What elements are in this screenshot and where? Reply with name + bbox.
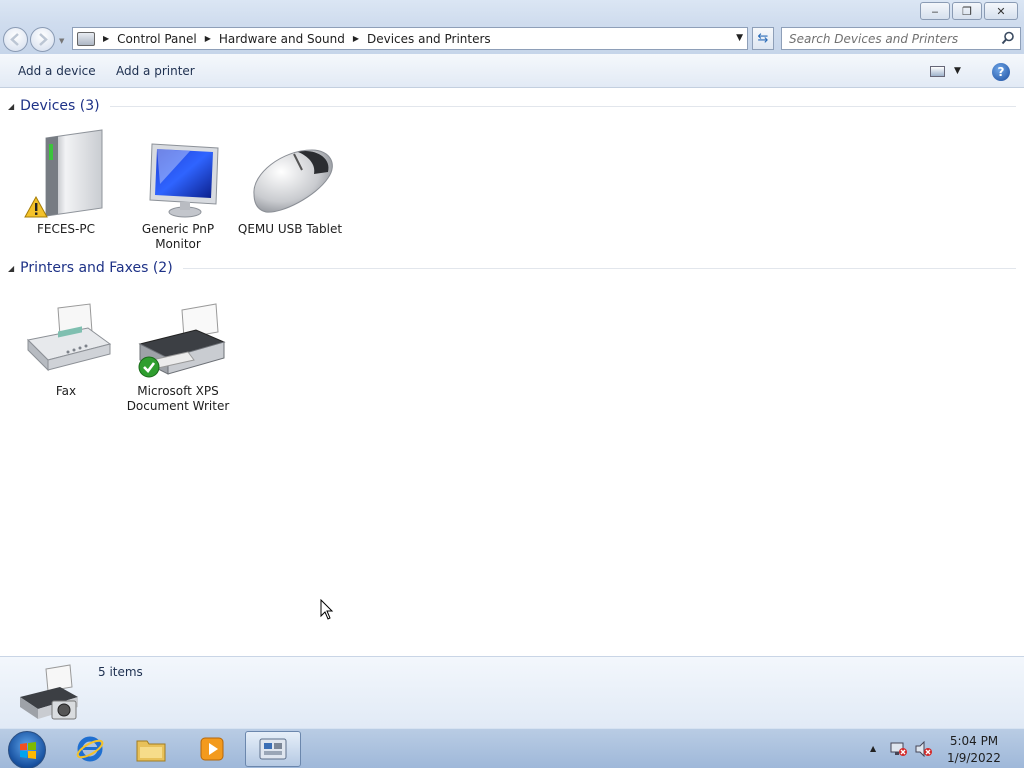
fax-icon: [26, 303, 112, 372]
device-label: FECES-PC: [36, 222, 95, 236]
printer-label: Fax: [55, 384, 77, 398]
breadcrumb-separator-icon[interactable]: ▶: [205, 34, 211, 43]
group-header-printers-and-faxes[interactable]: ◢ Printers and Faxes (2): [8, 260, 1016, 276]
mouse-cursor-icon: [320, 599, 334, 620]
show-hidden-icons-icon[interactable]: ▲: [870, 744, 876, 753]
control-panel-icon: [77, 31, 95, 46]
breadcrumb-control-panel[interactable]: Control Panel: [117, 32, 197, 46]
item-count: 5 items: [98, 665, 143, 679]
recent-pages-dropdown[interactable]: ▼: [59, 37, 64, 45]
group-title: Printers and Faxes (2): [20, 260, 173, 276]
taskbar-internet-explorer[interactable]: [62, 731, 118, 767]
group-title: Devices (3): [20, 98, 100, 114]
taskbar: ▲ 5:04 PM 1/9/2022: [0, 728, 1024, 768]
device-item-feces-pc[interactable]: FECES-PC: [10, 124, 122, 237]
default-check-icon: [138, 356, 160, 378]
devices-and-printers-icon: [259, 738, 287, 760]
restore-button[interactable]: ❐: [952, 2, 982, 20]
clock-date: 1/9/2022: [947, 751, 1001, 765]
monitor-icon: [149, 143, 219, 218]
volume-muted-icon[interactable]: [914, 741, 932, 757]
warning-icon: [24, 196, 48, 218]
window-controls: ‒ ❐ ✕: [918, 2, 1018, 20]
address-dropdown-icon[interactable]: ▼: [736, 33, 743, 43]
group-divider: [182, 267, 1016, 269]
collapse-arrow-icon[interactable]: ◢: [8, 102, 14, 111]
help-button[interactable]: ?: [992, 63, 1010, 81]
breadcrumb-separator-icon[interactable]: ▶: [103, 34, 109, 43]
forward-arrow-icon: [39, 33, 48, 46]
breadcrumb-devices-and-printers[interactable]: Devices and Printers: [367, 32, 491, 46]
breadcrumb-hardware-and-sound[interactable]: Hardware and Sound: [219, 32, 345, 46]
back-button[interactable]: [3, 27, 28, 52]
media-player-icon: [200, 737, 224, 761]
printer-item-fax[interactable]: Fax: [10, 286, 122, 399]
view-options-dropdown-icon[interactable]: ▼: [954, 66, 961, 76]
device-item-qemu-usb-tablet[interactable]: QEMU USB Tablet: [234, 124, 346, 237]
address-bar[interactable]: ▶ Control Panel ▶ Hardware and Sound ▶ D…: [72, 27, 748, 50]
command-bar: Add a device Add a printer ▼ ?: [0, 54, 1024, 88]
device-label: Generic PnP Monitor: [141, 222, 215, 251]
windows-explorer-icon: [136, 740, 166, 762]
add-device-button[interactable]: Add a device: [18, 64, 96, 78]
search-icon[interactable]: [1001, 31, 1015, 45]
clock-time: 5:04 PM: [949, 734, 999, 748]
breadcrumb-separator-icon[interactable]: ▶: [353, 34, 359, 43]
navigation-row: ▼ ▶ Control Panel ▶ Hardware and Sound ▶…: [0, 24, 1024, 54]
taskbar-media-player[interactable]: [184, 731, 240, 767]
group-divider: [109, 105, 1016, 107]
search-input[interactable]: [789, 28, 989, 49]
minimize-button[interactable]: ‒: [920, 2, 950, 20]
taskbar-windows-explorer[interactable]: [123, 731, 179, 767]
group-header-devices[interactable]: ◢ Devices (3): [8, 98, 1016, 114]
system-clock[interactable]: 5:04 PM 1/9/2022: [936, 733, 1012, 767]
taskbar-devices-and-printers[interactable]: [245, 731, 301, 767]
details-pane: 5 items: [0, 656, 1024, 728]
start-button[interactable]: [8, 731, 46, 768]
change-view-icon[interactable]: [930, 66, 945, 77]
device-label: QEMU USB Tablet: [237, 222, 343, 236]
search-box[interactable]: [781, 27, 1021, 50]
windows-logo-icon: [20, 742, 36, 759]
internet-explorer-icon: [76, 736, 104, 762]
mouse-icon: [253, 149, 333, 213]
title-bar: ‒ ❐ ✕: [0, 0, 1024, 24]
devices-content-area: ◢ Devices (3) FECES-PC Generic PnP Monit…: [0, 88, 1024, 656]
add-printer-button[interactable]: Add a printer: [116, 64, 195, 78]
device-item-generic-pnp-monitor[interactable]: Generic PnP Monitor: [122, 124, 234, 252]
close-button[interactable]: ✕: [984, 2, 1018, 20]
printer-item-microsoft-xps-document-writer[interactable]: Microsoft XPS Document Writer: [122, 286, 234, 414]
network-warning-icon[interactable]: [890, 741, 908, 757]
back-arrow-icon: [10, 33, 19, 46]
devices-and-printers-icon: [20, 664, 78, 720]
collapse-arrow-icon[interactable]: ◢: [8, 264, 14, 273]
printer-label: Microsoft XPS Document Writer: [126, 384, 230, 413]
refresh-icon: ⇆: [757, 31, 769, 46]
refresh-button[interactable]: ⇆: [752, 27, 774, 50]
forward-button[interactable]: [30, 27, 55, 52]
